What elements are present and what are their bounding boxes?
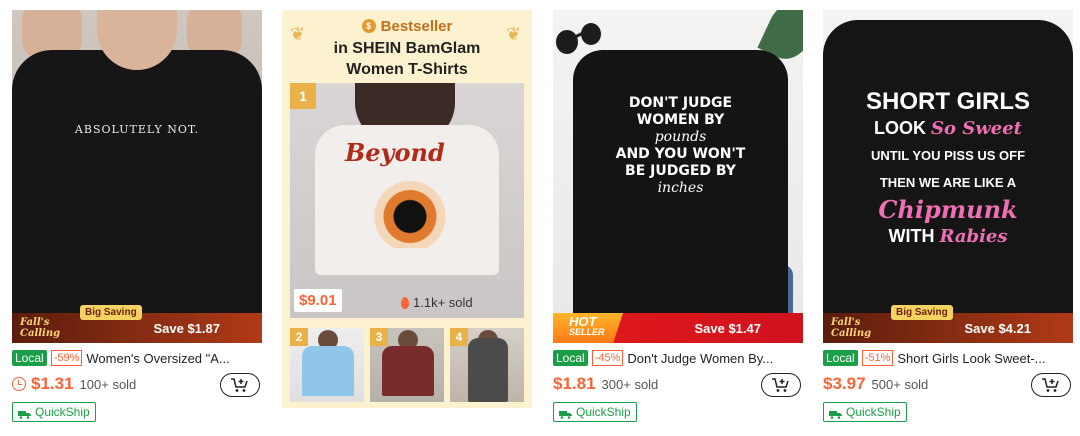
thumbnail[interactable]: 4 — [450, 328, 524, 402]
rank-badge: 1 — [290, 83, 316, 109]
big-saving-tag: Big Saving — [80, 305, 142, 320]
product-title[interactable]: Women's Oversized "A... — [86, 351, 229, 366]
rank-badge: 2 — [290, 328, 308, 346]
product-title[interactable]: Don't Judge Women By... — [627, 351, 773, 366]
hot-seller-badge: HOT SELLER — [553, 313, 623, 343]
product-title[interactable]: Short Girls Look Sweet-... — [897, 351, 1045, 366]
sold-count: 1.1k+ sold — [401, 295, 473, 310]
price: $1.81 — [553, 374, 596, 393]
shirt-print: SHORT GIRLS LOOK So Sweet UNTIL YOU PISS… — [865, 88, 1030, 247]
product-image[interactable]: ABSOLUTELY NOT. Fall's Calling Big Savin… — [12, 10, 262, 343]
discount-tag: -59% — [50, 350, 83, 366]
discount-tag: -45% — [591, 350, 624, 366]
cart-plus-icon — [231, 378, 248, 392]
medal-icon: $ — [361, 19, 376, 33]
shirt-print: DON'T JUDGE WOMEN BY pounds AND YOU WON'… — [615, 95, 746, 196]
truck-icon — [18, 408, 31, 419]
quickship-badge: QuickShip — [12, 402, 96, 422]
price: $9.01 — [294, 289, 342, 312]
product-card-1[interactable]: ABSOLUTELY NOT. Fall's Calling Big Savin… — [12, 10, 262, 424]
tshirt-graphic — [12, 50, 262, 320]
rank-badge: 3 — [370, 328, 388, 346]
falls-calling-badge: Fall's Calling — [20, 317, 61, 339]
promo-bar: Fall's Calling Big Saving Save $4.21 — [823, 305, 1073, 343]
price: $3.97 — [823, 374, 866, 393]
quickship-badge: QuickShip — [553, 402, 637, 422]
thumbnail[interactable]: 3 — [370, 328, 444, 402]
product-card-2[interactable]: DON'T JUDGE WOMEN BY pounds AND YOU WON'… — [553, 10, 803, 424]
bestseller-card[interactable]: ❦ ❦ $ Bestseller in SHEIN BamGlam Women … — [282, 10, 532, 408]
falls-calling-badge: Fall's Calling — [831, 317, 872, 339]
save-amount: Save $1.87 — [153, 320, 220, 336]
bestseller-title[interactable]: in SHEIN BamGlam Women T-Shirts — [282, 38, 532, 80]
add-to-cart-button[interactable] — [761, 373, 801, 397]
local-tag: Local — [553, 350, 588, 366]
price: $1.31 — [31, 374, 74, 393]
promo-bar: HOT SELLER Save $1.47 — [553, 313, 803, 343]
bestseller-main-image[interactable]: Beyond 1 $9.01 1.1k+ sold — [290, 83, 524, 318]
truck-icon — [829, 408, 842, 419]
sold-count: 300+ sold — [601, 376, 659, 392]
bestseller-thumbnails: 2 3 4 — [290, 328, 524, 402]
sold-count: 500+ sold — [871, 376, 929, 392]
promo-bar: Fall's Calling Big Saving Save $1.87 — [12, 305, 262, 343]
bestseller-label: Bestseller — [380, 17, 453, 35]
local-tag: Local — [12, 350, 47, 366]
save-amount: Save $4.21 — [964, 320, 1031, 336]
product-image[interactable]: DON'T JUDGE WOMEN BY pounds AND YOU WON'… — [553, 10, 803, 343]
quickship-badge: QuickShip — [823, 402, 907, 422]
add-to-cart-button[interactable] — [1031, 373, 1071, 397]
big-saving-tag: Big Saving — [891, 305, 953, 320]
shirt-print: ABSOLUTELY NOT. — [74, 123, 200, 136]
flame-icon — [401, 296, 409, 309]
shirt-print: Beyond — [345, 138, 445, 167]
sold-count: 100+ sold — [79, 376, 137, 392]
eye-graphic — [355, 178, 465, 248]
cart-plus-icon — [1042, 378, 1059, 392]
rank-badge: 4 — [450, 328, 468, 346]
clock-icon — [12, 377, 26, 391]
truck-icon — [559, 408, 572, 419]
product-card-3[interactable]: SHORT GIRLS LOOK So Sweet UNTIL YOU PISS… — [823, 10, 1073, 424]
product-image[interactable]: SHORT GIRLS LOOK So Sweet UNTIL YOU PISS… — [823, 10, 1073, 343]
thumbnail[interactable]: 2 — [290, 328, 364, 402]
discount-tag: -51% — [861, 350, 894, 366]
add-to-cart-button[interactable] — [220, 373, 260, 397]
save-amount: Save $1.47 — [694, 320, 761, 336]
local-tag: Local — [823, 350, 858, 366]
cart-plus-icon — [772, 378, 789, 392]
